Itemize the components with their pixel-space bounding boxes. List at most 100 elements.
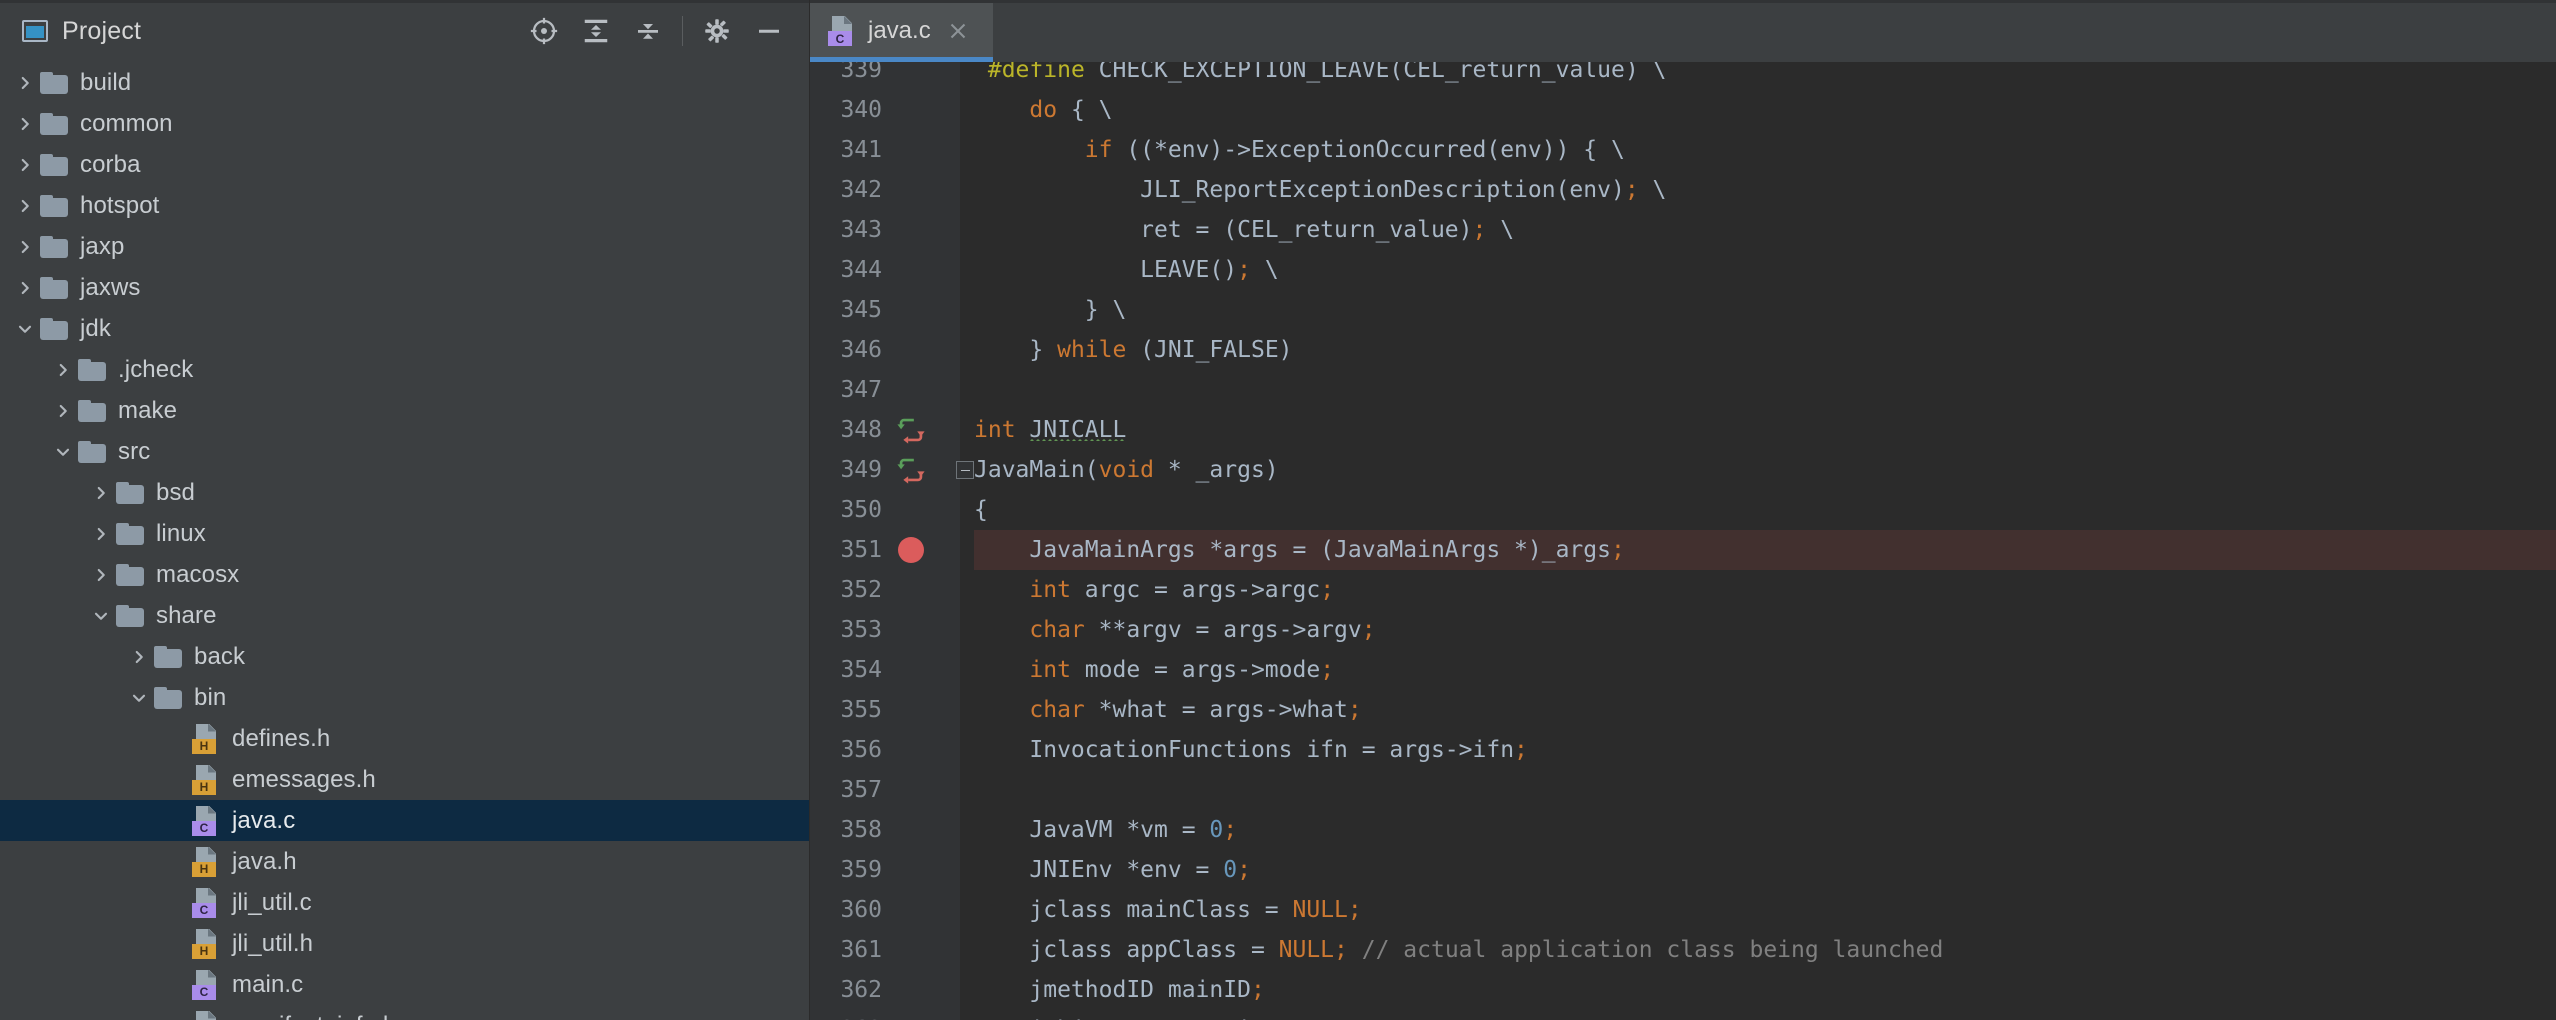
code-line[interactable]: JNIEnv *env = 0; <box>974 850 2556 890</box>
chevron-right-icon[interactable] <box>90 482 112 504</box>
gutter-line[interactable]: 346 <box>810 330 960 370</box>
code-line[interactable]: JLI_ReportExceptionDescription(env); \ <box>974 170 2556 210</box>
code-line[interactable]: jmethodID mainID; <box>974 970 2556 1010</box>
chevron-right-icon[interactable] <box>14 154 36 176</box>
gutter-line[interactable]: 349 <box>810 450 974 490</box>
gutter-line[interactable]: 341 <box>810 130 960 170</box>
gutter-marker-area[interactable] <box>888 210 958 250</box>
gutter-line[interactable]: 345 <box>810 290 960 330</box>
code-line[interactable]: int JNICALL <box>974 410 2556 450</box>
code-line[interactable]: char *what = args->what; <box>974 690 2556 730</box>
code-line[interactable]: if ((*env)->ExceptionOccurred(env)) { \ <box>974 130 2556 170</box>
tree-folder-corba[interactable]: corba <box>0 144 809 185</box>
gutter-line[interactable]: 350 <box>810 490 960 530</box>
gutter-marker-area[interactable] <box>888 810 958 850</box>
gutter-line[interactable]: 342 <box>810 170 960 210</box>
code-line[interactable]: LEAVE(); \ <box>974 250 2556 290</box>
code-line[interactable]: InvocationFunctions ifn = args->ifn; <box>974 730 2556 770</box>
code-line[interactable]: jclass appClass = NULL; // actual applic… <box>974 930 2556 970</box>
chevron-right-icon[interactable] <box>14 236 36 258</box>
gutter-line[interactable]: 361 <box>810 930 960 970</box>
tree-folder-macosx[interactable]: macosx <box>0 554 809 595</box>
gutter-marker-area[interactable] <box>888 930 958 970</box>
code-line[interactable]: JavaMain(void * _args) <box>974 450 2556 490</box>
editor-tab-java-c[interactable]: Cjava.c <box>810 0 993 62</box>
chevron-down-icon[interactable] <box>52 441 74 463</box>
gutter-marker-area[interactable] <box>888 62 958 90</box>
collapse-all-icon[interactable] <box>622 8 674 54</box>
chevron-right-icon[interactable] <box>14 277 36 299</box>
gutter-line[interactable]: 340 <box>810 90 960 130</box>
gutter-line[interactable]: 353 <box>810 610 960 650</box>
gutter-marker-area[interactable] <box>888 170 958 210</box>
expand-all-icon[interactable] <box>570 8 622 54</box>
chevron-right-icon[interactable] <box>14 72 36 94</box>
tree-folder-linux[interactable]: linux <box>0 513 809 554</box>
code-line[interactable]: int mode = args->mode; <box>974 650 2556 690</box>
tree-folder-back[interactable]: back <box>0 636 809 677</box>
gutter-marker-area[interactable] <box>888 130 958 170</box>
chevron-right-icon[interactable] <box>52 400 74 422</box>
gutter-marker-area[interactable] <box>888 530 958 570</box>
code-line[interactable]: JavaVM *vm = 0; <box>974 810 2556 850</box>
gutter-line[interactable]: 360 <box>810 890 960 930</box>
gutter-line[interactable]: 354 <box>810 650 960 690</box>
chevron-right-icon[interactable] <box>90 564 112 586</box>
minimize-icon[interactable] <box>743 8 795 54</box>
gutter-line[interactable]: 362 <box>810 970 960 1010</box>
tree-file-jli_util-h[interactable]: Hjli_util.h <box>0 923 809 964</box>
chevron-down-icon[interactable] <box>128 687 150 709</box>
tree-file-java-c[interactable]: Cjava.c <box>0 800 809 841</box>
code-line[interactable]: } while (JNI_FALSE) <box>974 330 2556 370</box>
tree-file-java-h[interactable]: Hjava.h <box>0 841 809 882</box>
tree-folder-hotspot[interactable]: hotspot <box>0 185 809 226</box>
gutter-marker-area[interactable] <box>888 250 958 290</box>
tree-folder-jdk[interactable]: jdk <box>0 308 809 349</box>
gutter-marker-area[interactable] <box>888 370 958 410</box>
code-line[interactable]: int argc = args->argc; <box>974 570 2556 610</box>
tree-folder-jaxws[interactable]: jaxws <box>0 267 809 308</box>
gutter-line[interactable]: 363 <box>810 1010 960 1020</box>
tree-folder-build[interactable]: build <box>0 62 809 103</box>
code-line[interactable] <box>974 370 2556 410</box>
tree-folder-bsd[interactable]: bsd <box>0 472 809 513</box>
gutter-marker-area[interactable] <box>888 290 958 330</box>
code-line[interactable]: do { \ <box>974 90 2556 130</box>
gutter-line[interactable]: 359 <box>810 850 960 890</box>
gutter-marker-area[interactable] <box>888 490 958 530</box>
tree-folder-jcheck[interactable]: .jcheck <box>0 349 809 390</box>
tree-folder-src[interactable]: src <box>0 431 809 472</box>
chevron-right-icon[interactable] <box>128 646 150 668</box>
code-line[interactable]: ret = (CEL_return_value); \ <box>974 210 2556 250</box>
tree-folder-make[interactable]: make <box>0 390 809 431</box>
editor-gutter[interactable]: 339 340 341 342 343 344 345 346 347 348 349 350 351 3… <box>810 62 974 1020</box>
locate-target-icon[interactable] <box>518 8 570 54</box>
gutter-line[interactable]: 355 <box>810 690 960 730</box>
code-line[interactable]: #define CHECK_EXCEPTION_LEAVE(CEL_return… <box>974 62 2556 90</box>
gear-icon[interactable] <box>691 8 743 54</box>
gutter-marker-area[interactable] <box>888 90 958 130</box>
tree-file-jli_util-c[interactable]: Cjli_util.c <box>0 882 809 923</box>
gutter-line[interactable]: 343 <box>810 210 960 250</box>
code-line[interactable]: char **argv = args->argv; <box>974 610 2556 650</box>
code-line[interactable]: jobjectArray mainArgs; <box>974 1010 2556 1020</box>
code-editor[interactable]: 339 340 341 342 343 344 345 346 347 348 349 350 351 3… <box>810 62 2556 1020</box>
gutter-marker-area[interactable] <box>888 610 958 650</box>
gutter-line[interactable]: 358 <box>810 810 960 850</box>
gutter-line[interactable]: 356 <box>810 730 960 770</box>
chevron-down-icon[interactable] <box>14 318 36 340</box>
tree-folder-share[interactable]: share <box>0 595 809 636</box>
gutter-line[interactable]: 348 <box>810 410 960 450</box>
gutter-marker-area[interactable] <box>888 970 958 1010</box>
gutter-line[interactable]: 344 <box>810 250 960 290</box>
tree-file-manifest_info-h[interactable]: Hmanifest_info.h <box>0 1005 809 1020</box>
tree-folder-jaxp[interactable]: jaxp <box>0 226 809 267</box>
code-line[interactable] <box>974 770 2556 810</box>
gutter-line[interactable]: 352 <box>810 570 960 610</box>
code-line[interactable]: jclass mainClass = NULL; <box>974 890 2556 930</box>
gutter-line[interactable]: 347 <box>810 370 960 410</box>
code-line[interactable]: } \ <box>974 290 2556 330</box>
gutter-marker-area[interactable] <box>888 850 958 890</box>
tree-file-defines-h[interactable]: Hdefines.h <box>0 718 809 759</box>
chevron-right-icon[interactable] <box>14 113 36 135</box>
